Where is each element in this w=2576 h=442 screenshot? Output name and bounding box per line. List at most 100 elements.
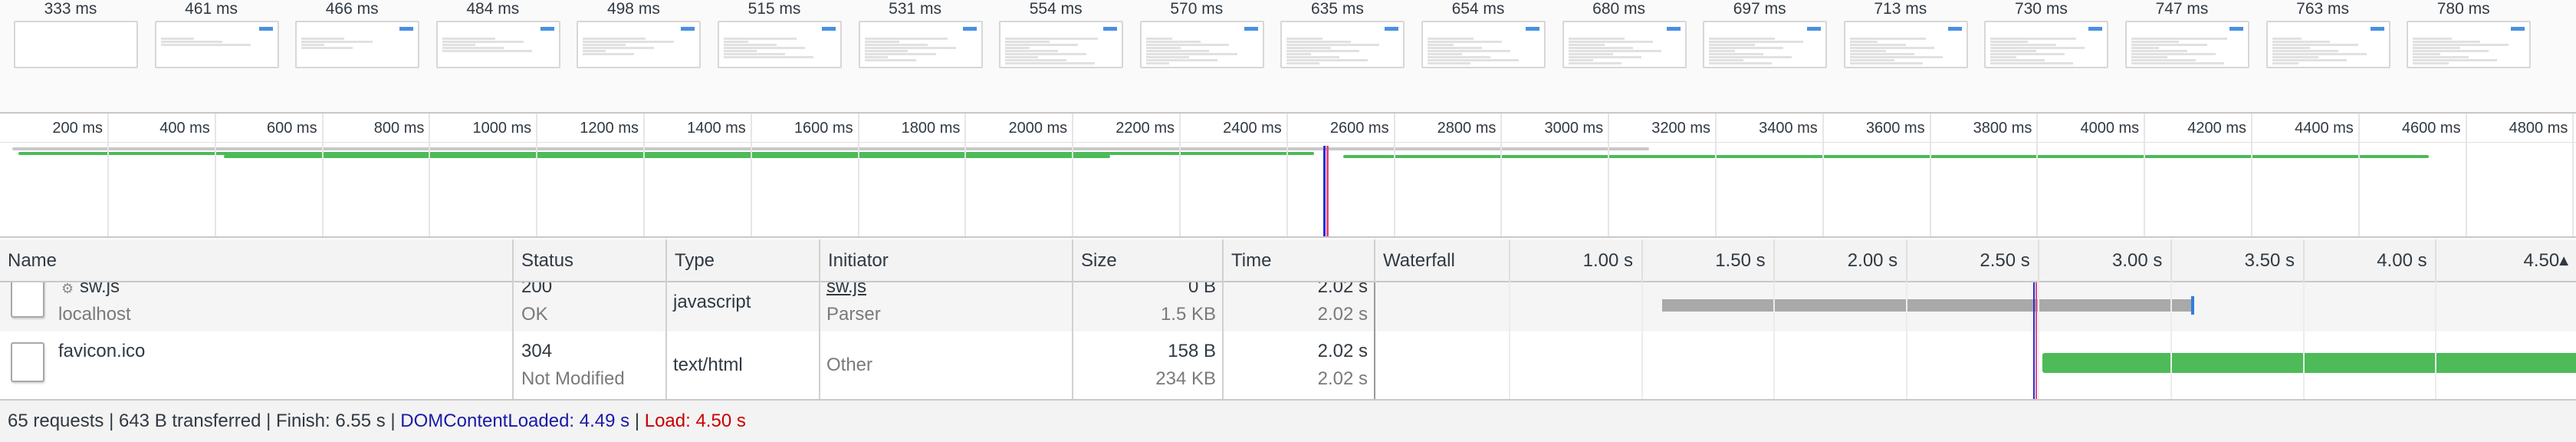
column-header-size[interactable]: Size	[1073, 239, 1224, 282]
filmstrip-frame[interactable]: 730 ms	[1978, 0, 2109, 114]
thumbnail-content-line	[1849, 59, 1894, 61]
thumbnail-header-mark	[540, 27, 554, 31]
waterfall-bar-download	[2042, 353, 2576, 373]
frame-timestamp: 654 ms	[1451, 0, 1505, 18]
summary-stats: 65 requests | 643 B transferred | Finish…	[8, 411, 401, 431]
time-total: 2.02 s	[1317, 282, 1368, 297]
waterfall-cell	[1375, 332, 2576, 399]
type-cell: text/html	[667, 332, 820, 399]
thumbnail-content-line	[1286, 50, 1360, 52]
filmstrip-frame[interactable]: 466 ms	[289, 0, 420, 114]
column-header-type[interactable]: Type	[667, 239, 820, 282]
thumbnail-content-line	[1568, 47, 1633, 49]
waterfall-dcl-line	[2033, 282, 2035, 399]
thumbnail-header-mark	[2370, 27, 2384, 31]
frame-thumbnail	[2266, 21, 2390, 68]
waterfall-bar-end	[2191, 296, 2194, 315]
filmstrip-frame[interactable]: 531 ms	[853, 0, 983, 114]
thumbnail-content-line	[1005, 44, 1079, 46]
thumbnail-content-line	[1005, 38, 1099, 40]
thumbnail-content-line	[1286, 56, 1340, 58]
request-list: ⚙ sw.js localhost 200 OK javascript sw.j…	[0, 282, 2576, 399]
frame-thumbnail	[295, 21, 420, 68]
request-row[interactable]: favicon.ico 304 Not Modified text/html O…	[0, 332, 2576, 399]
column-header-status[interactable]: Status	[514, 239, 667, 282]
initiator-link[interactable]: sw.js	[826, 282, 866, 298]
thumbnail-content-line	[1709, 50, 1736, 52]
filmstrip-frame[interactable]: 333 ms	[8, 0, 138, 114]
column-header-initiator[interactable]: Initiator	[820, 239, 1073, 282]
filmstrip-frame[interactable]: 498 ms	[570, 0, 702, 114]
overview-tick-label: 4800 ms	[2509, 120, 2568, 137]
filmstrip-frame[interactable]: 713 ms	[1838, 0, 1968, 114]
column-header-name[interactable]: Name	[0, 239, 514, 282]
filmstrip-frame[interactable]: 635 ms	[1274, 0, 1405, 114]
thumbnail-content-line	[1428, 59, 1519, 61]
thumbnail-content-line	[1990, 62, 2074, 64]
thumbnail-header-mark	[2511, 27, 2525, 31]
thumbnail-content-line	[1709, 62, 1773, 64]
thumbnail-content-line	[864, 56, 888, 58]
thumbnail-content-line	[1286, 62, 1320, 64]
waterfall-tick-divider	[1641, 239, 1643, 282]
thumbnail-content-line	[1990, 44, 2057, 46]
thumbnail-content-line	[1145, 47, 1181, 49]
filmstrip-frame[interactable]: 484 ms	[430, 0, 560, 114]
size-cell: 0 B 1.5 KB	[1073, 282, 1224, 332]
frame-timestamp: 697 ms	[1733, 0, 1786, 18]
filmstrip-frame[interactable]: 697 ms	[1697, 0, 1828, 114]
time-cell: 2.02 s 2.02 s	[1224, 332, 1375, 399]
frame-timestamp: 780 ms	[2436, 0, 2490, 18]
request-row[interactable]: ⚙ sw.js localhost 200 OK javascript sw.j…	[0, 282, 2576, 332]
request-name: sw.js	[80, 282, 120, 297]
frame-thumbnail	[1421, 21, 1546, 68]
thumbnail-content-line	[1849, 47, 1934, 49]
filmstrip-frame[interactable]: 461 ms	[149, 0, 279, 114]
filmstrip-frame[interactable]: 515 ms	[711, 0, 842, 114]
thumbnail-content-line	[583, 50, 606, 52]
thumbnail-content-line	[1990, 47, 2085, 49]
thumbnail-content-line	[1428, 62, 1470, 64]
thumbnail-content-line	[1286, 47, 1332, 49]
thumbnail-header-mark	[399, 27, 414, 31]
thumbnail-content-line	[1990, 53, 2065, 55]
filmstrip-frame[interactable]: 680 ms	[1556, 0, 1687, 114]
filmstrip-frame[interactable]: 654 ms	[1415, 0, 1546, 114]
waterfall-tick-label: 3.50 s	[2244, 250, 2295, 271]
request-name: favicon.ico	[58, 341, 146, 361]
frame-timestamp: 466 ms	[325, 0, 379, 18]
filmstrip-frame[interactable]: 780 ms	[2400, 0, 2532, 114]
thumbnail-content-line	[1428, 47, 1482, 49]
thumbnail-content-line	[1568, 41, 1653, 43]
filmstrip-frame[interactable]: 554 ms	[993, 0, 1124, 114]
filmstrip-frame[interactable]: 570 ms	[1134, 0, 1264, 114]
waterfall-tick-label: 1.50 s	[1715, 250, 1766, 271]
filmstrip-frame[interactable]: 763 ms	[2260, 0, 2390, 114]
filmstrip-frame[interactable]: 747 ms	[2119, 0, 2249, 114]
thumbnail-content-line	[2272, 56, 2318, 58]
frame-timestamp: 484 ms	[466, 0, 520, 18]
size-transferred: 0 B	[1188, 282, 1216, 297]
thumbnail-content-line	[1428, 38, 1474, 40]
thumbnail-content-line	[301, 44, 325, 46]
thumbnail-content-line	[1145, 53, 1237, 55]
thumbnail-content-line	[2413, 47, 2461, 49]
timeline-overview[interactable]: 200 ms 400 ms 600 ms 800 ms 1000 ms 1200 ms 14…	[0, 114, 2576, 238]
thumbnail-content-line	[1709, 38, 1776, 40]
thumbnail-header-mark	[2088, 27, 2103, 31]
thumbnail-content-line	[1990, 50, 2037, 52]
thumbnail-content-line	[2413, 41, 2481, 43]
thumbnail-content-line	[583, 44, 626, 46]
thumbnail-content-line	[1709, 59, 1744, 61]
status-text: OK	[521, 304, 548, 325]
thumbnail-content-line	[1568, 38, 1625, 40]
frame-timestamp: 763 ms	[2296, 0, 2350, 18]
waterfall-tick-label: 2.00 s	[1847, 250, 1898, 271]
thumbnail-content-line	[1005, 62, 1096, 64]
column-header-time[interactable]: Time	[1224, 239, 1375, 282]
sort-ascending-icon[interactable]: ▲	[2556, 239, 2571, 282]
overview-bar-green-2	[224, 155, 1110, 158]
thumbnail-content-line	[2413, 56, 2469, 58]
domcontentloaded-time: DOMContentLoaded: 4.49 s	[400, 411, 630, 431]
thumbnail-header-mark	[822, 27, 836, 31]
